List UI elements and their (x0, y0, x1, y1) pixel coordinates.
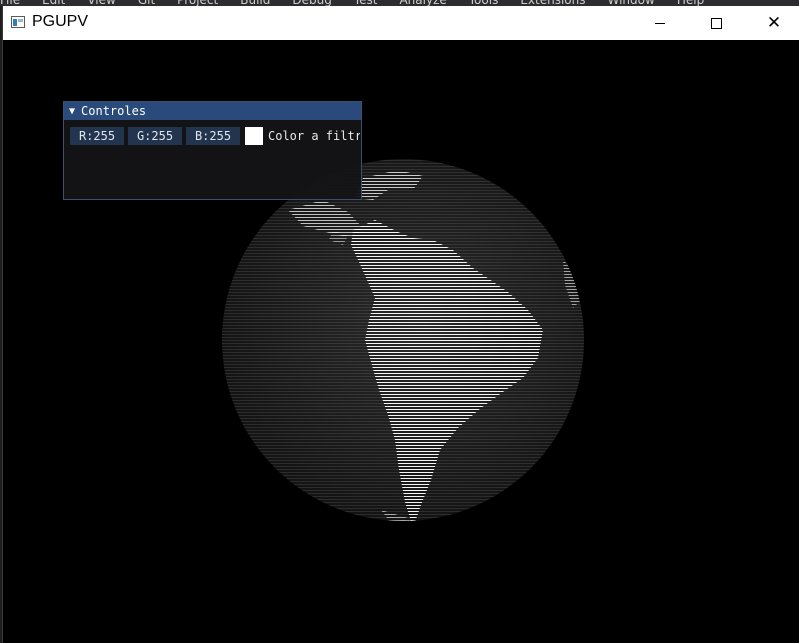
color-picker-row: R:255 G:255 B:255 Color a filtr (70, 127, 361, 145)
controls-panel[interactable]: ▼ Controles R:255 G:255 B:255 Color a fi… (63, 101, 362, 200)
title-bar[interactable]: PGUPV ✕ (3, 6, 799, 40)
window-title: PGUPV (32, 13, 89, 30)
minimize-button[interactable] (631, 6, 689, 40)
blue-drag-field[interactable]: B:255 (186, 127, 240, 145)
app-icon (11, 16, 25, 28)
red-drag-field[interactable]: R:255 (70, 127, 124, 145)
panel-header[interactable]: ▼ Controles (64, 102, 361, 120)
panel-title: Controles (81, 104, 147, 118)
minimize-icon (655, 22, 665, 24)
green-drag-field[interactable]: G:255 (128, 127, 182, 145)
maximize-button[interactable] (687, 6, 745, 40)
maximize-icon (710, 17, 722, 29)
render-viewport[interactable]: ▼ Controles R:255 G:255 B:255 Color a fi… (3, 40, 799, 643)
close-button[interactable]: ✕ (745, 6, 799, 40)
app-window: PGUPV ✕ ▼ Controles R:255 G:255 B:255 Co… (2, 6, 799, 643)
color-filter-label: Color a filtr (268, 129, 360, 143)
collapse-triangle-icon[interactable]: ▼ (69, 106, 75, 117)
globe-icon (222, 159, 584, 521)
close-icon: ✕ (766, 13, 782, 33)
color-swatch-button[interactable] (245, 127, 263, 145)
